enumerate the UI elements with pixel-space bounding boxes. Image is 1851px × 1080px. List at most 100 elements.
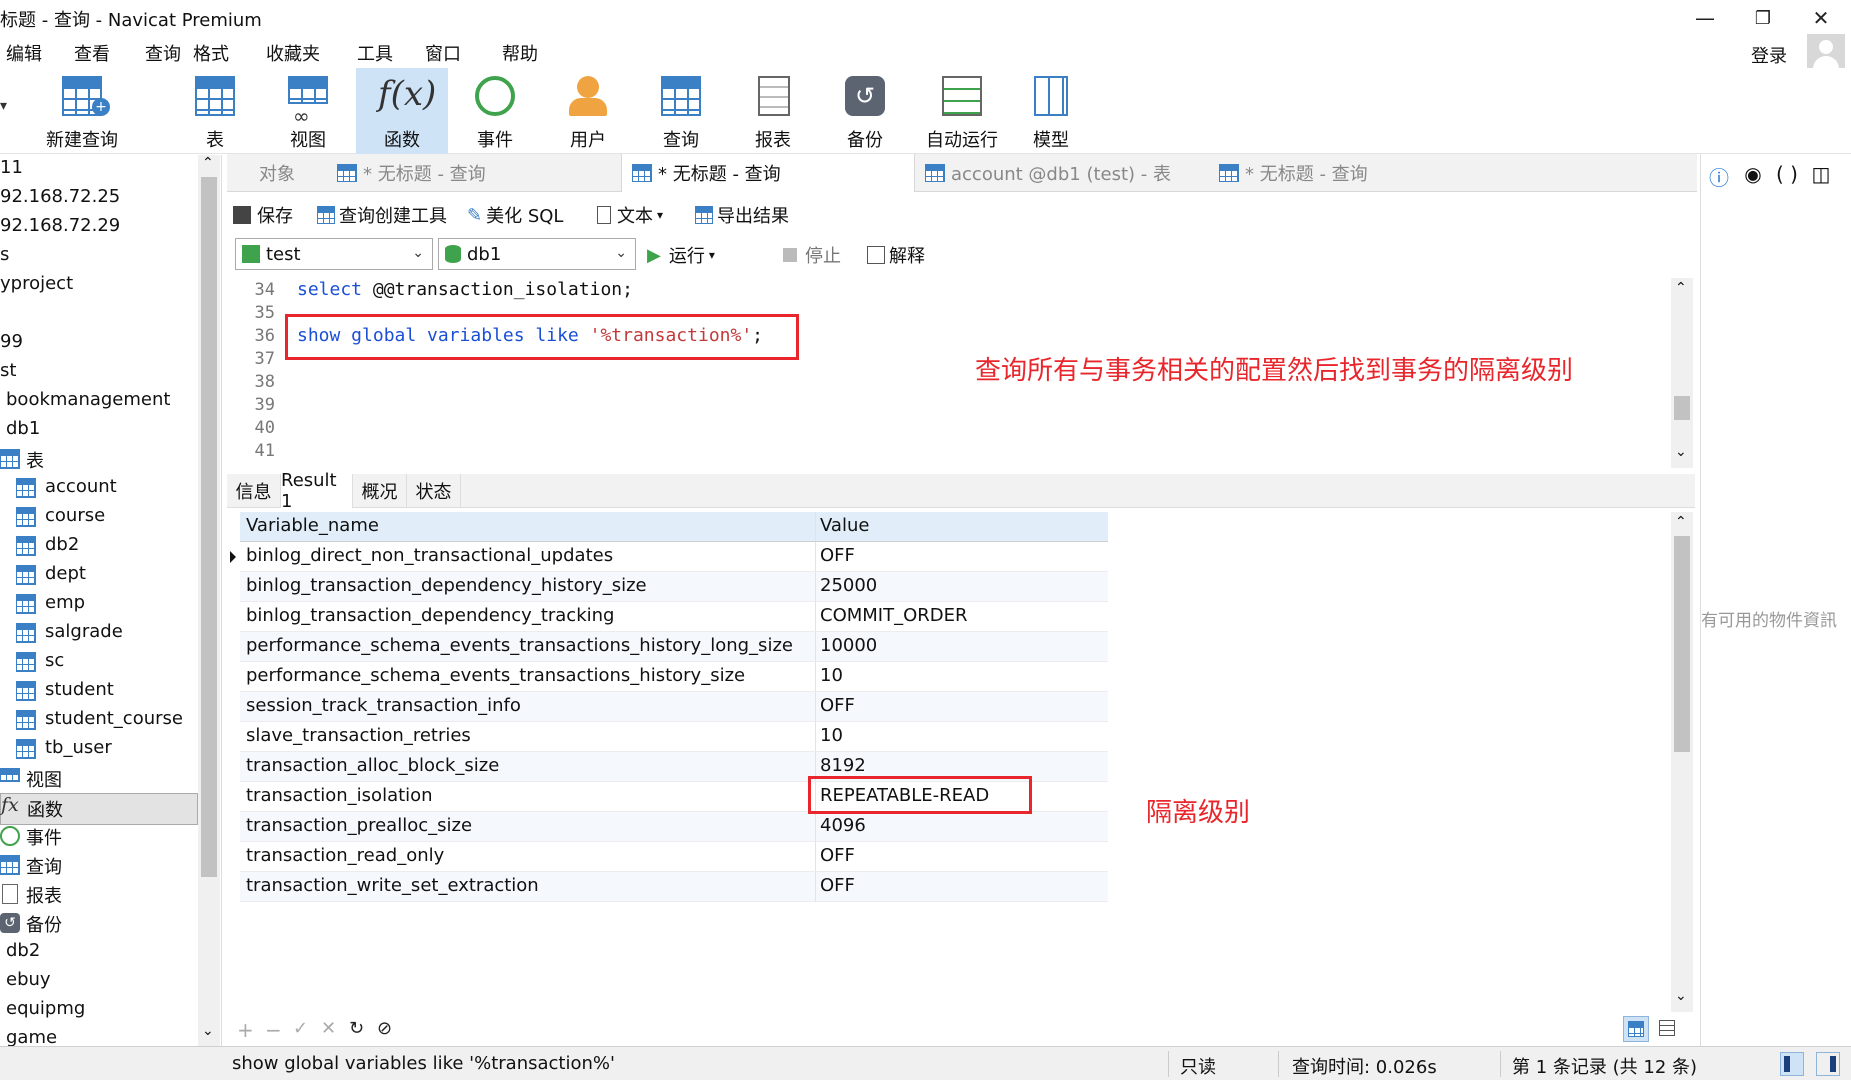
refresh-icon[interactable]: ↻: [349, 1018, 364, 1039]
menu-edit[interactable]: 编辑: [6, 40, 42, 66]
menu-format[interactable]: 格式: [193, 40, 229, 66]
cell-value[interactable]: OFF: [820, 695, 1100, 716]
toolbar-new-query[interactable]: + 新建查询: [36, 68, 128, 154]
tab-info[interactable]: 信息: [227, 474, 281, 508]
cell-value[interactable]: OFF: [820, 875, 1100, 896]
form-view-icon[interactable]: [1655, 1016, 1681, 1042]
cell-variable-name[interactable]: performance_schema_events_transactions_h…: [246, 665, 806, 686]
grid-view-icon[interactable]: [1623, 1016, 1649, 1042]
menu-favorites[interactable]: 收藏夹: [266, 40, 320, 66]
scroll-up-icon[interactable]: ⌃: [1675, 280, 1687, 296]
table-row[interactable]: transaction_read_only OFF: [240, 842, 1108, 872]
toolbar-table[interactable]: 表: [170, 68, 260, 154]
cell-variable-name[interactable]: performance_schema_events_transactions_h…: [246, 635, 806, 656]
delete-row-icon[interactable]: −: [265, 1018, 282, 1042]
cell-variable-name[interactable]: transaction_prealloc_size: [246, 815, 806, 836]
toolbar-report[interactable]: 报表: [728, 68, 818, 154]
tab-query-3[interactable]: * 无标题 - 查询: [1209, 154, 1503, 192]
scroll-down-icon[interactable]: ⌄: [1675, 444, 1687, 460]
export-results-button[interactable]: 导出结果: [695, 202, 789, 228]
tab-profile[interactable]: 概况: [353, 474, 407, 508]
info-icon[interactable]: ⓘ: [1707, 162, 1731, 190]
cell-value[interactable]: OFF: [820, 545, 1100, 566]
scroll-down-icon[interactable]: ⌄: [1675, 988, 1687, 1004]
close-button[interactable]: ✕: [1792, 0, 1850, 36]
table-row[interactable]: binlog_transaction_dependency_tracking CO…: [240, 602, 1108, 632]
tab-status[interactable]: 状态: [407, 474, 461, 508]
preview-icon[interactable]: ◉: [1741, 162, 1765, 186]
cell-value[interactable]: 10000: [820, 635, 1100, 656]
table-row[interactable]: performance_schema_events_transactions_h…: [240, 662, 1108, 692]
add-row-icon[interactable]: +: [237, 1018, 254, 1042]
avatar[interactable]: [1807, 34, 1845, 72]
tab-query-1[interactable]: * 无标题 - 查询: [327, 154, 621, 192]
grid-scroll-thumb[interactable]: [1674, 536, 1690, 752]
login-link[interactable]: 登录: [1751, 42, 1787, 68]
cell-value[interactable]: COMMIT_ORDER: [820, 605, 1100, 626]
cell-value[interactable]: 25000: [820, 575, 1100, 596]
connection-select[interactable]: test ⌄: [235, 238, 433, 270]
editor-scroll-thumb[interactable]: [1674, 396, 1690, 420]
layout-icon[interactable]: ◫: [1809, 162, 1833, 186]
tab-result-1[interactable]: Result 1: [281, 470, 353, 512]
menu-query[interactable]: 查询: [145, 40, 181, 66]
cell-variable-name[interactable]: binlog_transaction_dependency_tracking: [246, 605, 806, 626]
query-builder-button[interactable]: 查询创建工具: [317, 202, 447, 228]
connection-dropdown-icon[interactable]: ▾: [0, 98, 7, 114]
cell-variable-name[interactable]: session_track_transaction_info: [246, 695, 806, 716]
toggle-right-pane-icon[interactable]: [1816, 1052, 1840, 1076]
table-row[interactable]: transaction_write_set_extraction OFF: [240, 872, 1108, 902]
menu-tools[interactable]: 工具: [357, 40, 393, 66]
cell-value[interactable]: OFF: [820, 845, 1100, 866]
table-row[interactable]: performance_schema_events_transactions_h…: [240, 632, 1108, 662]
result-grid[interactable]: Variable_name Value binlog_direct_non_tr…: [230, 512, 1108, 902]
tab-query-active[interactable]: * 无标题 - 查询: [621, 154, 915, 192]
table-row[interactable]: session_track_transaction_info OFF: [240, 692, 1108, 722]
toolbar-view[interactable]: ∞ 视图: [263, 68, 353, 154]
table-row[interactable]: binlog_transaction_dependency_history_si…: [240, 572, 1108, 602]
explain-button[interactable]: 解释: [867, 242, 925, 268]
cell-variable-name[interactable]: transaction_alloc_block_size: [246, 755, 806, 776]
scroll-up-icon[interactable]: ⌃: [202, 155, 214, 171]
run-button[interactable]: ▶ 运行 ▾: [647, 242, 715, 268]
menu-window[interactable]: 窗口: [425, 40, 461, 66]
save-button[interactable]: 保存: [233, 202, 293, 228]
column-header-variable-name[interactable]: Variable_name: [246, 515, 806, 536]
stop-button[interactable]: 停止: [783, 242, 841, 268]
tree-item-functions-folder[interactable]: fx 函数: [0, 793, 198, 825]
cell-value[interactable]: 10: [820, 665, 1100, 686]
toolbar-model[interactable]: 模型: [1006, 68, 1096, 154]
toolbar-query[interactable]: 查询: [636, 68, 726, 154]
toolbar-backup[interactable]: ↺ 备份: [820, 68, 910, 154]
table-row[interactable]: transaction_prealloc_size 4096: [240, 812, 1108, 842]
toggle-left-pane-icon[interactable]: [1780, 1052, 1804, 1076]
apply-icon[interactable]: ✓: [293, 1018, 308, 1039]
menu-view[interactable]: 查看: [74, 40, 110, 66]
scroll-up-icon[interactable]: ⌃: [1675, 514, 1687, 530]
ddl-icon[interactable]: ( ): [1775, 162, 1799, 186]
tab-objects[interactable]: 对象: [227, 154, 327, 192]
cell-value[interactable]: 10: [820, 725, 1100, 746]
stop-query-icon[interactable]: ⊘: [377, 1018, 392, 1039]
table-row[interactable]: binlog_direct_non_transactional_updates O…: [230, 542, 1108, 572]
tree-scrollbar[interactable]: ⌃ ⌄: [198, 155, 220, 1050]
cell-value[interactable]: 8192: [820, 755, 1100, 776]
toolbar-function[interactable]: f(x) 函数: [356, 68, 448, 154]
table-row[interactable]: slave_transaction_retries 10: [240, 722, 1108, 752]
database-select[interactable]: db1 ⌄: [438, 238, 636, 270]
sql-editor[interactable]: 34 35 36 37 38 39 40 41 select @@transac…: [227, 278, 1695, 468]
tree-scroll-thumb[interactable]: [201, 177, 217, 877]
editor-scrollbar[interactable]: ⌃ ⌄: [1671, 278, 1693, 468]
grid-scrollbar[interactable]: ⌃ ⌄: [1671, 512, 1693, 1012]
cell-variable-name[interactable]: transaction_read_only: [246, 845, 806, 866]
minimize-button[interactable]: —: [1676, 0, 1734, 36]
cell-variable-name[interactable]: binlog_direct_non_transactional_updates: [246, 545, 806, 566]
toolbar-automation[interactable]: 自动运行: [912, 68, 1012, 154]
scroll-down-icon[interactable]: ⌄: [202, 1023, 214, 1039]
menu-help[interactable]: 帮助: [502, 40, 538, 66]
toolbar-event[interactable]: 事件: [450, 68, 540, 154]
text-button[interactable]: 文本 ▾: [597, 202, 663, 228]
cell-variable-name[interactable]: transaction_write_set_extraction: [246, 875, 806, 896]
beautify-sql-button[interactable]: ✎ 美化 SQL: [467, 202, 563, 228]
cell-variable-name[interactable]: binlog_transaction_dependency_history_si…: [246, 575, 806, 596]
